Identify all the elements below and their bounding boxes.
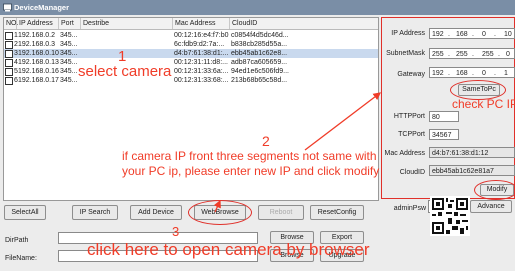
col-no[interactable]: NO. (4, 18, 18, 29)
table-row-selected[interactable]: 3 192.168.0.10 345... d4:b7:61:38:d1:...… (4, 49, 378, 58)
table-row[interactable]: 1 192.168.0.2 345... 00:12:16:e4:f7:b0 c… (4, 31, 378, 40)
app-icon (3, 3, 12, 12)
mac-address-label: Mac Address (384, 150, 425, 157)
reset-config-button[interactable]: ResetConfig (310, 205, 364, 220)
ip-label: IP Address (391, 30, 425, 37)
dir-path-label: DirPath (5, 237, 29, 244)
table-row[interactable]: 4 192.168.0.13 345... 00:12:31:11:d8:...… (4, 58, 378, 67)
cloud-id-field[interactable]: ebb45ab1c62e81a7 (429, 165, 515, 176)
highlight-circle (188, 200, 252, 225)
reboot-button[interactable]: Reboot (258, 205, 304, 220)
cloud-id-label: CloudID (399, 169, 425, 176)
row-checkbox[interactable] (5, 59, 13, 67)
title-bar: DeviceManager (0, 0, 515, 15)
http-port-field[interactable]: 80 (429, 111, 459, 122)
subnet-mask-label: SubnetMask (386, 50, 425, 57)
subnet-mask-field[interactable]: 255 . 255 . 255 . 0 (429, 48, 515, 59)
http-port-label: HTTPPort (393, 113, 425, 120)
col-ip[interactable]: IP Address (17, 18, 59, 29)
qr-code-image (430, 196, 470, 236)
annotation-3-number: 3 (172, 224, 180, 239)
tcp-port-field[interactable]: 34567 (429, 129, 459, 140)
gateway-label: Gateway (397, 71, 425, 78)
admin-password-label: adminPsw (393, 205, 426, 212)
row-checkbox[interactable] (5, 77, 13, 85)
select-all-button[interactable]: SelectAll (4, 205, 46, 220)
col-describe[interactable]: Destribe (81, 18, 173, 29)
col-mac[interactable]: Mac Address (173, 18, 230, 29)
annotation-2-number: 2 (262, 133, 270, 149)
col-cloudid[interactable]: CloudID (230, 18, 378, 29)
ip-search-button[interactable]: IP Search (72, 205, 118, 220)
mac-address-field[interactable]: d4:b7:61:38:d1:12 (429, 147, 515, 158)
row-checkbox[interactable] (5, 50, 13, 58)
tcp-port-label: TCPPort (398, 131, 425, 138)
gateway-field[interactable]: 192 . 168 . 0 . 1 (429, 67, 515, 78)
annotation-2-line1: if camera IP front three segments not sa… (122, 149, 377, 163)
advance-button[interactable]: Advance (470, 200, 512, 213)
annotation-check-pc-ip: check PC IP (452, 97, 515, 111)
row-checkbox[interactable] (5, 41, 13, 49)
col-port[interactable]: Port (59, 18, 81, 29)
annotation-1-text: select camera (78, 63, 172, 80)
main-area: NO. IP Address Port Destribe Mac Address… (0, 15, 515, 271)
annotation-3-text: click here to open camera by browser (87, 240, 370, 259)
table-row[interactable]: 6 192.168.0.17 345... 00:12:31:33:68:...… (4, 76, 378, 85)
file-name-label: FileName: (5, 255, 37, 262)
table-row[interactable]: 2 192.168.0.3 345... 6c:fdb9:d2:7a:... b… (4, 40, 378, 49)
annotation-2-line2: your PC ip, please enter new IP and clic… (122, 164, 380, 178)
row-checkbox[interactable] (5, 32, 13, 40)
table-row[interactable]: 5 192.168.0.16 345... 00:12:31:33:6a:...… (4, 67, 378, 76)
highlight-circle (474, 180, 515, 200)
list-header: NO. IP Address Port Destribe Mac Address… (4, 18, 378, 30)
row-checkbox[interactable] (5, 68, 13, 76)
window-title: DeviceManager (14, 3, 70, 12)
add-device-button[interactable]: Add Device (130, 205, 182, 220)
ip-address-field[interactable]: 192 . 168 . 0 . 10 (429, 28, 515, 39)
